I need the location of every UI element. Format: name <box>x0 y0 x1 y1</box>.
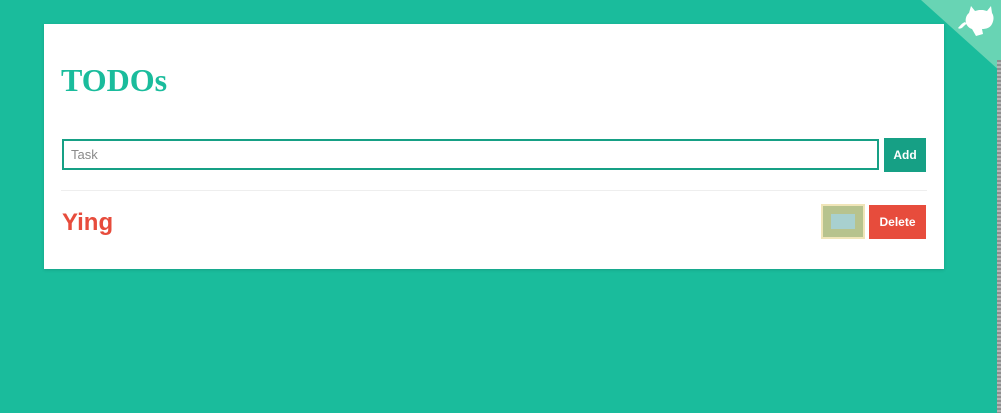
todo-item: Ying Delete <box>61 200 927 246</box>
task-input[interactable] <box>62 139 879 170</box>
todo-card: TODOs Add Ying Delete <box>44 24 944 269</box>
page-title: TODOs <box>61 62 168 98</box>
github-corner-link[interactable] <box>921 0 1001 72</box>
color-swatch-preview <box>831 214 855 229</box>
scrollbar-edge[interactable] <box>997 60 1001 413</box>
todo-label: Ying <box>62 209 114 236</box>
delete-button[interactable]: Delete <box>869 205 926 239</box>
color-picker-button[interactable] <box>821 204 865 239</box>
add-button[interactable]: Add <box>884 138 926 172</box>
divider <box>61 190 927 191</box>
